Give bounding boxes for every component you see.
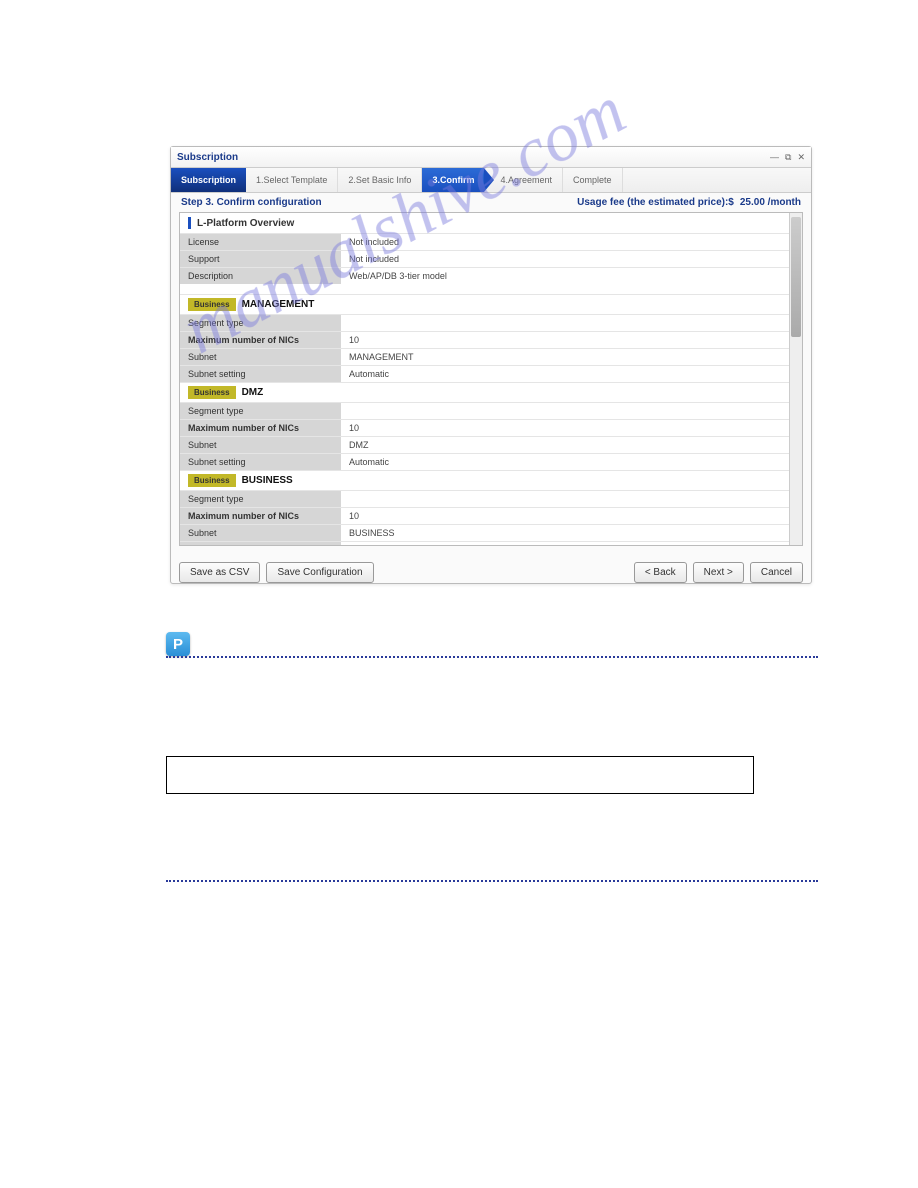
subnet-label: Subnet xyxy=(180,349,341,365)
subnet-setting-label: Subnet setting xyxy=(180,366,341,382)
max-nics-value: 10 xyxy=(341,508,802,524)
max-nics-value: 10 xyxy=(341,420,802,436)
scrollbar-track[interactable] xyxy=(789,213,802,545)
config-details-panel: L-Platform Overview License Not included… xyxy=(179,212,803,546)
restore-icon[interactable]: ⧉ xyxy=(785,152,791,163)
segment-type-value xyxy=(341,403,802,419)
button-bar: Save as CSV Save Configuration < Back Ne… xyxy=(171,554,811,591)
tab-complete[interactable]: Complete xyxy=(563,168,623,192)
subnet-setting-value: Automatic xyxy=(341,366,802,382)
segment-name: MANAGEMENT xyxy=(242,299,315,310)
segment-type-label: Segment type xyxy=(180,403,341,419)
support-value: Not included xyxy=(341,251,802,267)
row-max-nics: Maximum number of NICs 10 xyxy=(180,419,802,436)
subnet-value: MANAGEMENT xyxy=(341,349,802,365)
segment-type-value xyxy=(341,491,802,507)
segment-header-management: Business MANAGEMENT xyxy=(180,294,802,314)
minimize-icon[interactable]: — xyxy=(770,152,779,163)
subnet-value: DMZ xyxy=(341,437,802,453)
segment-name: BUSINESS xyxy=(242,475,293,486)
save-csv-button[interactable]: Save as CSV xyxy=(179,562,260,583)
header-bar-icon xyxy=(188,217,191,229)
tab-step1[interactable]: 1.Select Template xyxy=(246,168,338,192)
subnet-setting-label: Subnet setting xyxy=(180,542,341,545)
window-title: Subscription xyxy=(177,152,238,163)
row-segment-type: Segment type xyxy=(180,402,802,419)
row-subnet-setting: Subnet setting Automatic xyxy=(180,453,802,470)
row-description: Description Web/AP/DB 3-tier model xyxy=(180,267,802,284)
wizard-tabs: Subscription 1.Select Template 2.Set Bas… xyxy=(171,168,811,193)
subnet-setting-value: Automatic xyxy=(341,454,802,470)
row-max-nics: Maximum number of NICs 10 xyxy=(180,331,802,348)
subscription-window: Subscription — ⧉ ✕ Subscription 1.Select… xyxy=(170,146,812,584)
max-nics-label: Maximum number of NICs xyxy=(180,420,341,436)
window-controls: — ⧉ ✕ xyxy=(770,152,805,163)
csv-filename-box xyxy=(166,756,754,794)
segment-badge: Business xyxy=(188,386,236,399)
step-label: Step 3. Confirm configuration xyxy=(181,197,322,208)
subnet-label: Subnet xyxy=(180,437,341,453)
subnet-value: BUSINESS xyxy=(341,525,802,541)
scrollbar-thumb[interactable] xyxy=(791,217,801,337)
row-subnet-setting: Subnet setting Automatic xyxy=(180,541,802,545)
segment-badge: Business xyxy=(188,298,236,311)
max-nics-label: Maximum number of NICs xyxy=(180,508,341,524)
overview-header: L-Platform Overview xyxy=(180,213,802,233)
segment-type-value xyxy=(341,315,802,331)
dotted-separator xyxy=(166,656,818,658)
row-subnet-setting: Subnet setting Automatic xyxy=(180,365,802,382)
subnet-label: Subnet xyxy=(180,525,341,541)
support-label: Support xyxy=(180,251,341,267)
config-scroll[interactable]: L-Platform Overview License Not included… xyxy=(180,213,802,545)
description-label: Description xyxy=(180,268,341,284)
subnet-setting-value: Automatic xyxy=(341,542,802,545)
row-support: Support Not included xyxy=(180,250,802,267)
row-segment-type: Segment type xyxy=(180,314,802,331)
segment-header-dmz: Business DMZ xyxy=(180,382,802,402)
back-button[interactable]: < Back xyxy=(634,562,687,583)
point-icon: P xyxy=(166,632,190,656)
usage-fee-label: Usage fee (the estimated price):$ xyxy=(577,197,734,208)
row-license: License Not included xyxy=(180,233,802,250)
cancel-button[interactable]: Cancel xyxy=(750,562,803,583)
segment-type-label: Segment type xyxy=(180,491,341,507)
next-button[interactable]: Next > xyxy=(693,562,744,583)
segment-badge: Business xyxy=(188,474,236,487)
save-configuration-button[interactable]: Save Configuration xyxy=(266,562,373,583)
row-max-nics: Maximum number of NICs 10 xyxy=(180,507,802,524)
segment-type-label: Segment type xyxy=(180,315,341,331)
tab-step4[interactable]: 4.Agreement xyxy=(484,168,563,192)
license-label: License xyxy=(180,234,341,250)
dotted-separator xyxy=(166,880,818,882)
row-subnet: Subnet DMZ xyxy=(180,436,802,453)
window-title-bar: Subscription — ⧉ ✕ xyxy=(171,147,811,168)
subnet-setting-label: Subnet setting xyxy=(180,454,341,470)
close-icon[interactable]: ✕ xyxy=(797,152,805,163)
license-value: Not included xyxy=(341,234,802,250)
max-nics-value: 10 xyxy=(341,332,802,348)
max-nics-label: Maximum number of NICs xyxy=(180,332,341,348)
row-subnet: Subnet BUSINESS xyxy=(180,524,802,541)
tab-step2[interactable]: 2.Set Basic Info xyxy=(338,168,422,192)
usage-fee-value: 25.00 /month xyxy=(740,197,801,208)
row-segment-type: Segment type xyxy=(180,490,802,507)
segment-header-business: Business BUSINESS xyxy=(180,470,802,490)
segment-name: DMZ xyxy=(242,387,264,398)
step-header: Step 3. Confirm configuration Usage fee … xyxy=(171,193,811,212)
description-value: Web/AP/DB 3-tier model xyxy=(341,268,802,284)
overview-heading: L-Platform Overview xyxy=(197,218,294,229)
tab-subscription[interactable]: Subscription xyxy=(171,168,246,192)
tab-step3[interactable]: 3.Confirm xyxy=(422,168,484,192)
row-subnet: Subnet MANAGEMENT xyxy=(180,348,802,365)
